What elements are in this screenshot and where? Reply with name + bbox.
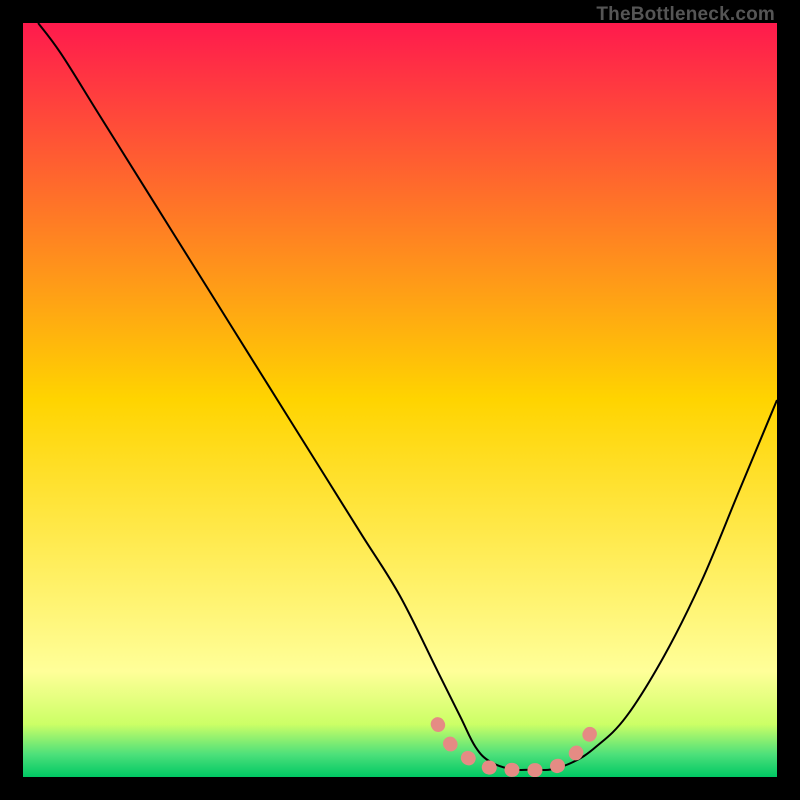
chart-svg bbox=[23, 23, 777, 777]
chart-frame: TheBottleneck.com bbox=[0, 0, 800, 800]
gradient-background bbox=[23, 23, 777, 777]
plot-area bbox=[23, 23, 777, 777]
